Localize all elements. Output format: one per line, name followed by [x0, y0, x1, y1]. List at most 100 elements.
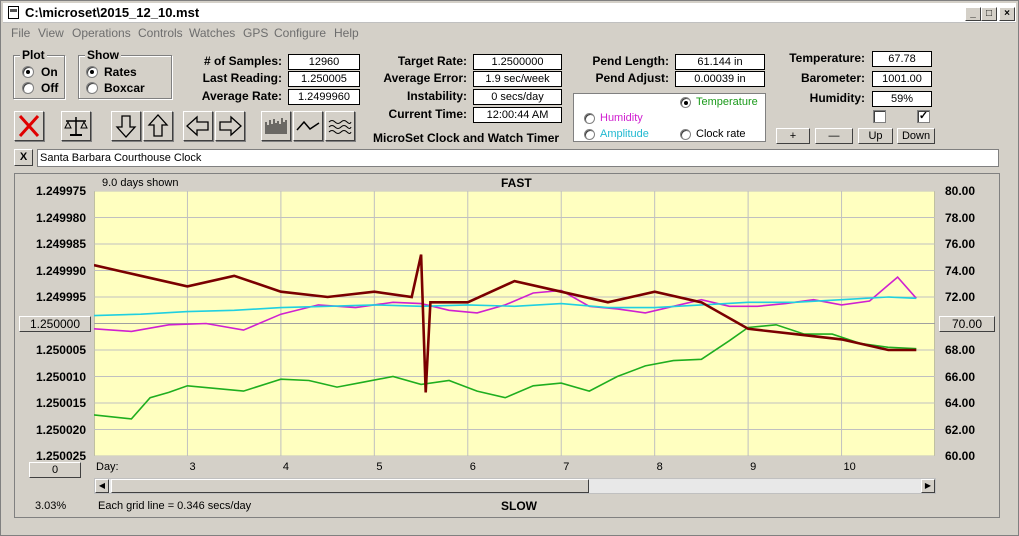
right-tick-label: 62.00 [945, 422, 976, 437]
left-tick-label: 1.249975 [35, 184, 86, 198]
left-tick-label: 1.250005 [35, 343, 86, 357]
amplitude-option-label: Amplitude [600, 128, 649, 140]
humidity-value: 59% [872, 91, 932, 107]
show-rates-radio[interactable] [86, 66, 98, 78]
menu-gps[interactable]: GPS [243, 26, 268, 40]
menu-watches[interactable]: Watches [189, 26, 235, 40]
temperature-value: 67.78 [872, 51, 932, 67]
rate-chart [94, 191, 935, 456]
menu-configure[interactable]: Configure [274, 26, 326, 40]
plot-off-label: Off [41, 81, 59, 95]
plot-group-caption: Plot [20, 48, 47, 62]
maximize-button[interactable]: □ [981, 7, 997, 21]
barometer-value: 1001.00 [872, 71, 932, 87]
left-tick-label: 1.250015 [35, 396, 86, 410]
x-tick-label: 7 [563, 461, 570, 473]
title-bar: C:\microset\2015_12_10.mst _ □ × [3, 3, 1016, 23]
menu-controls[interactable]: Controls [138, 26, 183, 40]
checkbox-1[interactable] [873, 110, 886, 123]
show-rates-label: Rates [104, 65, 137, 79]
left-tick-label: 1.249985 [35, 237, 86, 251]
humidity-label: Humidity: [809, 91, 865, 105]
arrow-left-icon [186, 115, 209, 137]
samples-label: # of Samples: [203, 54, 282, 68]
plot-off-radio[interactable] [22, 82, 34, 94]
instability-label: Instability: [406, 89, 467, 103]
minimize-button[interactable]: _ [965, 7, 981, 21]
right-tick-label: 68.00 [945, 343, 976, 357]
pend-adjust-label: Pend Adjust: [595, 71, 669, 85]
balance-button[interactable] [61, 111, 91, 141]
x-tick-label: 9 [750, 461, 757, 473]
line-view-button[interactable] [293, 111, 323, 141]
app-window: C:\microset\2015_12_10.mst _ □ × File Vi… [0, 0, 1019, 536]
right-tick-label: 60.00 [945, 449, 976, 463]
right-tick-label: 72.00 [945, 290, 976, 304]
close-button[interactable]: × [999, 7, 1015, 21]
clock-name-field[interactable]: Santa Barbara Courthouse Clock [37, 149, 999, 167]
move-right-button[interactable] [215, 111, 245, 141]
scale-down-button[interactable]: Down [897, 128, 935, 144]
last-reading-label: Last Reading: [202, 71, 282, 85]
scroll-right-icon[interactable]: ▶ [921, 479, 935, 493]
percent-label: 3.03% [35, 500, 67, 512]
bar-graph-icon [265, 118, 287, 134]
right-tick-label: 66.00 [945, 369, 976, 384]
temperature-radio[interactable] [680, 97, 691, 108]
scroll-thumb[interactable] [111, 479, 589, 493]
clear-clock-name-button[interactable]: X [14, 149, 33, 166]
amplitude-radio[interactable] [584, 129, 595, 140]
scale-up-button[interactable]: Up [858, 128, 893, 144]
time-scrollbar[interactable]: ◀ ▶ [94, 478, 936, 494]
pend-length-label: Pend Length: [592, 54, 669, 68]
slow-label: SLOW [501, 499, 537, 513]
right-tick-label: 76.00 [945, 237, 976, 251]
left-tick-label: 1.249995 [35, 290, 86, 304]
move-up-button[interactable] [143, 111, 173, 141]
current-time-label: Current Time: [388, 107, 467, 121]
average-rate-label: Average Rate: [201, 89, 282, 103]
humidity-radio[interactable] [584, 113, 595, 124]
menu-file[interactable]: File [11, 26, 30, 40]
show-boxcar-label: Boxcar [104, 81, 145, 95]
days-shown-label: 9.0 days shown [102, 177, 179, 189]
target-rate-value[interactable]: 1.2500000 [473, 54, 562, 70]
show-boxcar-radio[interactable] [86, 82, 98, 94]
scale-plus-button[interactable]: + [776, 128, 810, 144]
right-tick-label: 80.00 [945, 184, 976, 198]
offset-zero-button[interactable]: 0 [29, 462, 81, 478]
bars-view-button[interactable] [261, 111, 291, 141]
center-temperature-button[interactable]: 70.00 [939, 316, 995, 332]
stop-button[interactable] [14, 111, 44, 141]
grid-note: Each grid line = 0.346 secs/day [98, 500, 252, 512]
balance-scale-icon [64, 117, 88, 136]
day-axis-label: Day: [96, 461, 119, 473]
menu-bar: File View Operations Controls Watches GP… [3, 24, 1016, 42]
menu-help[interactable]: Help [334, 26, 359, 40]
app-caption: MicroSet Clock and Watch Timer [373, 131, 560, 145]
menu-operations[interactable]: Operations [72, 26, 131, 40]
wave-view-button[interactable] [325, 111, 355, 141]
pend-length-value[interactable]: 61.144 in [675, 54, 765, 70]
samples-value: 12960 [288, 54, 360, 70]
left-tick-label: 1.249990 [35, 263, 86, 278]
line-graph-icon [296, 120, 320, 131]
move-left-button[interactable] [183, 111, 213, 141]
checkbox-2[interactable]: ✓ [917, 110, 930, 123]
clock-rate-option-label: Clock rate [696, 128, 746, 140]
plot-on-radio[interactable] [22, 66, 34, 78]
center-rate-button[interactable]: 1.250000 [19, 316, 91, 332]
move-down-button[interactable] [111, 111, 141, 141]
temperature-label: Temperature: [789, 51, 865, 65]
window-title: C:\microset\2015_12_10.mst [25, 5, 200, 20]
right-tick-label: 64.00 [945, 396, 976, 410]
right-tick-label: 78.00 [945, 210, 976, 225]
scale-minus-button[interactable]: — [815, 128, 853, 144]
x-tick-label: 6 [469, 461, 476, 473]
average-error-label: Average Error: [383, 71, 467, 85]
clock-rate-radio[interactable] [680, 129, 691, 140]
average-rate-value: 1.2499960 [288, 89, 360, 105]
menu-view[interactable]: View [38, 26, 64, 40]
left-tick-label: 1.250010 [35, 369, 86, 384]
scroll-left-icon[interactable]: ◀ [95, 479, 109, 493]
